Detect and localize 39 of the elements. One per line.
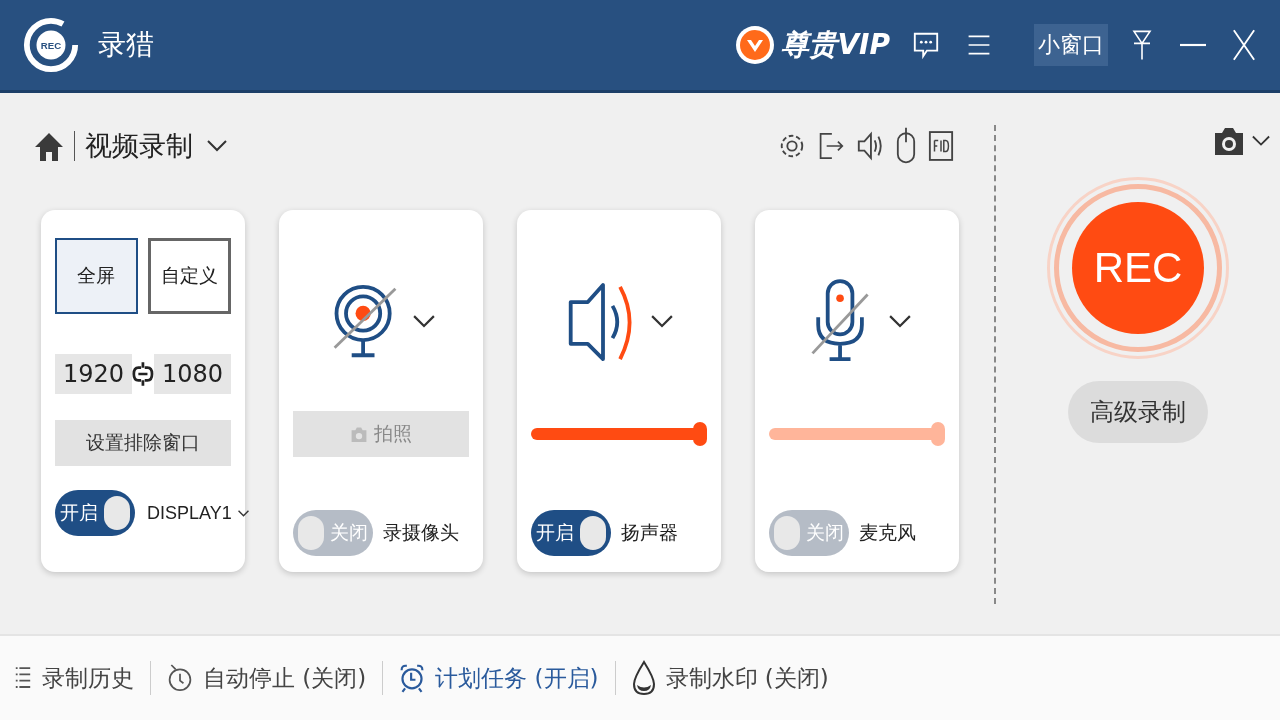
region-option[interactable]: 自定义 bbox=[148, 238, 231, 314]
status-link[interactable]: 录制水印 (关闭) bbox=[665, 662, 829, 694]
width-field[interactable]: 1920 bbox=[55, 354, 133, 394]
caret-icon[interactable] bbox=[413, 315, 435, 329]
toggle-switch[interactable]: 开启 bbox=[55, 490, 135, 536]
device-name: 扬声器 bbox=[621, 520, 678, 545]
close-icon[interactable] bbox=[1232, 28, 1256, 62]
vip-label[interactable]: 尊贵VIP bbox=[781, 26, 890, 64]
height-field[interactable]: 1080 bbox=[153, 354, 231, 394]
volume-slider[interactable] bbox=[769, 422, 945, 446]
caret-icon bbox=[237, 509, 249, 517]
drop-icon[interactable] bbox=[631, 660, 656, 696]
camera-icon bbox=[350, 425, 368, 443]
minimize-icon[interactable] bbox=[1180, 43, 1206, 47]
mini-window-button[interactable]: 小窗口 bbox=[1034, 24, 1108, 66]
volume-slider[interactable] bbox=[531, 422, 707, 446]
caret-icon[interactable] bbox=[889, 315, 911, 329]
advanced-record-button[interactable]: 高级录制 bbox=[1068, 381, 1208, 443]
logo-text: REC bbox=[40, 39, 62, 51]
display-dropdown[interactable]: DISPLAY1 bbox=[147, 502, 249, 524]
mode-dropdown[interactable]: 视频录制 bbox=[85, 127, 227, 164]
fullscreen-key-icon[interactable] bbox=[928, 128, 954, 163]
history-link[interactable]: 录制历史 bbox=[42, 662, 134, 694]
status-link[interactable]: 自动停止 (关闭) bbox=[203, 662, 367, 694]
vip-badge-icon[interactable] bbox=[735, 25, 776, 65]
camera-icon[interactable] bbox=[1212, 125, 1246, 157]
mouse-icon[interactable] bbox=[896, 126, 916, 165]
app-title: 录猎 bbox=[98, 27, 154, 63]
chat-icon[interactable] bbox=[912, 30, 940, 60]
toggle-switch[interactable]: 开启 bbox=[531, 510, 611, 556]
device-name: 麦克风 bbox=[859, 520, 916, 545]
caret-icon bbox=[207, 139, 227, 152]
exclude-window-button[interactable]: 设置排除窗口 bbox=[55, 420, 231, 466]
device-name: 录摄像头 bbox=[383, 520, 459, 545]
caret-icon[interactable] bbox=[651, 315, 673, 329]
status-link[interactable]: 计划任务 (开启) bbox=[435, 662, 599, 694]
region-option[interactable]: 全屏 bbox=[55, 238, 138, 314]
caret-icon[interactable] bbox=[1252, 135, 1270, 147]
link-icon[interactable] bbox=[132, 360, 154, 388]
